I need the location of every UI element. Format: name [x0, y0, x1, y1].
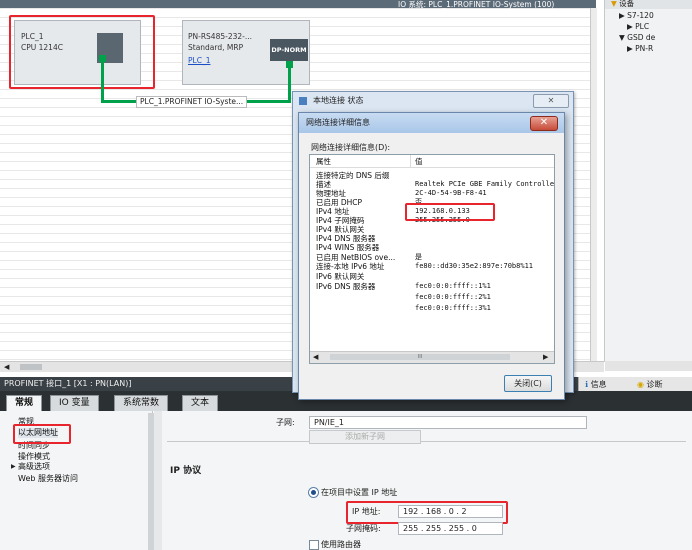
- content-scroll-strip[interactable]: [154, 411, 162, 550]
- column-divider: [410, 155, 411, 167]
- ipv4-address-highlight: [405, 203, 495, 221]
- info-tab[interactable]: ℹ 信息: [585, 379, 607, 390]
- gateway-plc-link[interactable]: PLC_1: [188, 55, 210, 66]
- row-property: 连接-本地 IPv6 地址: [316, 262, 385, 271]
- details-scroll-thumb[interactable]: III: [330, 354, 510, 360]
- status-dialog-title: 本地连接 状态: [313, 96, 364, 105]
- tab-general[interactable]: 常规: [6, 395, 43, 411]
- use-router-label: 使用路由器: [321, 540, 361, 549]
- row-value: Realtek PCIe GBE Family Controlle: [415, 180, 555, 188]
- catalog-header-label: ▼ 设备: [611, 0, 635, 8]
- row-property: IPv4 地址: [316, 207, 350, 216]
- row-value: fec0:0:0:ffff::3%1: [415, 304, 491, 312]
- row-property: IPv6 DNS 服务器: [316, 282, 376, 291]
- scroll-left-icon[interactable]: ◀: [4, 363, 9, 371]
- status-dialog-close-button[interactable]: ✕: [533, 94, 569, 108]
- row-property: 物理地址: [316, 189, 346, 198]
- catalog-item-plc[interactable]: ▶ PLC: [627, 21, 649, 32]
- set-ip-radio[interactable]: [308, 487, 319, 498]
- row-value: 2C-4D-54-9B-F8-41: [415, 189, 487, 197]
- row-property: IPv4 默认网关: [316, 225, 365, 234]
- gateway-type: Standard, MRP: [188, 43, 244, 52]
- column-property-header[interactable]: 属性: [316, 157, 331, 166]
- diagnostic-tab[interactable]: ◉ 诊断: [637, 379, 663, 390]
- nav-advanced-options[interactable]: 高级选项: [18, 462, 50, 472]
- row-value: 是: [415, 253, 422, 261]
- subnet-mask-label: 子网掩码:: [346, 524, 381, 533]
- canvas-vertical-scrollbar[interactable]: [590, 8, 597, 361]
- row-property: 连接特定的 DNS 后缀: [316, 171, 390, 180]
- row-property: 描述: [316, 180, 331, 189]
- details-dialog-title: 网络连接详细信息: [306, 118, 370, 127]
- row-property: 已启用 DHCP: [316, 198, 363, 207]
- gateway-network-drop: [288, 66, 291, 102]
- nav-operating-mode[interactable]: 操作模式: [18, 452, 50, 462]
- row-value: fe80::dd30:35e2:897e:70b8%11: [415, 262, 534, 270]
- device-tree-icon: ▼: [611, 0, 617, 8]
- details-title-bar: 网络连接详细信息 ✕: [299, 113, 564, 133]
- info-icon: ℹ: [585, 380, 589, 389]
- tab-texts[interactable]: 文本: [182, 395, 219, 411]
- add-new-subnet-button[interactable]: 添加新子网: [309, 430, 421, 444]
- details-close-x-button[interactable]: ✕: [530, 116, 558, 131]
- plc-network-drop: [101, 58, 104, 102]
- details-list-header: [310, 155, 554, 168]
- subnet-mask-input[interactable]: 255 . 255 . 255 . 0: [398, 522, 503, 535]
- details-group-label: 网络连接详细信息(D):: [311, 143, 391, 152]
- row-value: fec0:0:0:ffff::2%1: [415, 293, 491, 301]
- scroll-left-arrow-icon[interactable]: ◀: [313, 353, 318, 361]
- catalog-item-s7-1200[interactable]: ▶ S7-120: [619, 10, 654, 21]
- dp-norm-chip: DP-NORM: [270, 39, 308, 61]
- row-property: IPv4 WINS 服务器: [316, 243, 380, 252]
- hardware-catalog-panel: ▼ 设备 ▶ S7-120 ▶ PLC ▼ GSD de ▶ PN-R: [604, 0, 692, 371]
- diagnostic-icon: ◉: [637, 380, 644, 389]
- row-property: IPv4 子网掩码: [316, 216, 365, 225]
- details-hscrollbar[interactable]: ◀ III ▶: [310, 351, 554, 363]
- nav-web-server-access[interactable]: Web 服务器访问: [18, 474, 78, 484]
- network-connection-details-dialog: 网络连接详细信息 ✕ 网络连接详细信息(D): 属性 值 连接特定的 DNS 后…: [298, 112, 565, 400]
- catalog-item-gsd[interactable]: ▼ GSD de: [619, 32, 655, 43]
- column-value-header[interactable]: 值: [415, 157, 423, 166]
- catalog-hscroll[interactable]: [605, 361, 692, 371]
- catalog-item-pn[interactable]: ▶ PN-R: [627, 43, 653, 54]
- tab-io-tags[interactable]: IO 变量: [50, 395, 99, 411]
- scroll-thumb[interactable]: [20, 364, 42, 370]
- ip-address-highlight: [346, 501, 508, 524]
- tab-system-constants[interactable]: 系统常数: [114, 395, 169, 411]
- row-value: fec0:0:0:ffff::1%1: [415, 282, 491, 290]
- subnet-select[interactable]: PN/IE_1: [309, 416, 587, 429]
- ip-protocol-heading: IP 协议: [170, 466, 202, 476]
- ethernet-address-highlight: [13, 424, 71, 444]
- row-property: IPv6 默认网关: [316, 272, 365, 281]
- subnet-label: 子网:: [276, 418, 295, 427]
- gateway-name: PN-RS485-232-...: [188, 32, 253, 41]
- network-icon: [299, 97, 307, 105]
- use-router-checkbox[interactable]: [309, 540, 319, 550]
- details-list[interactable]: 属性 值 连接特定的 DNS 后缀 描述 Realtek PCIe GBE Fa…: [309, 154, 555, 364]
- set-ip-radio-label: 在项目中设置 IP 地址: [321, 488, 398, 497]
- inspector-tabs-bar: ℹ 信息 ◉ 诊断: [578, 377, 692, 391]
- io-system-title: IO 系统: PLC_1.PROFINET IO-System (100): [398, 0, 555, 9]
- nav-expand-icon[interactable]: ▶: [11, 463, 16, 470]
- plc-highlight-box: [9, 15, 155, 89]
- details-close-button[interactable]: 关闭(C): [504, 375, 552, 392]
- radio-dot-icon: [311, 490, 316, 495]
- profinet-network-label[interactable]: PLC_1.PROFINET IO-Syste...: [136, 96, 248, 108]
- row-property: IPv4 DNS 服务器: [316, 234, 376, 243]
- row-property: 已启用 NetBIOS ove...: [316, 253, 396, 262]
- scroll-right-arrow-icon[interactable]: ▶: [543, 353, 548, 361]
- section-divider: [167, 441, 686, 442]
